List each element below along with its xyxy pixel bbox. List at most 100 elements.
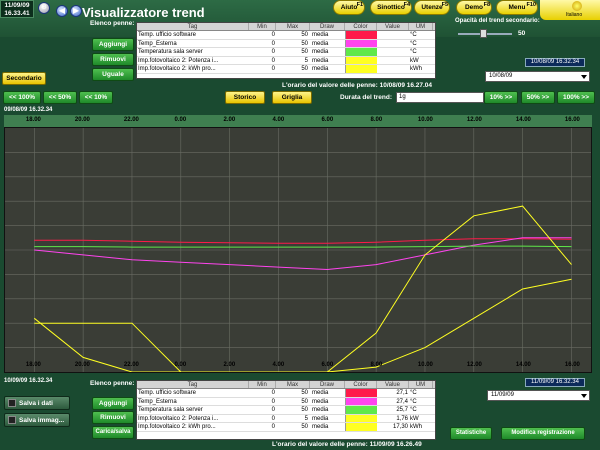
bottom-date-select[interactable]: 11/09/09	[487, 390, 590, 401]
chevron-down-icon	[581, 394, 587, 398]
top-date-value: 10/08/09	[489, 73, 513, 79]
cell-draw: media	[312, 57, 329, 64]
bottom-add-pen-button[interactable]: Aggiungi	[92, 397, 134, 410]
utenze-button[interactable]: Utenze F5	[414, 0, 450, 15]
cell-value	[377, 40, 409, 48]
help-button[interactable]: Aiuto F1	[333, 0, 365, 15]
statistics-button[interactable]: Statistiche	[450, 427, 492, 440]
opacity-value: 50	[518, 30, 526, 37]
table-row[interactable]: Imp.fotovoltaico 2: Potenza i... 0 5 media 1…	[137, 414, 435, 423]
sinottico-button[interactable]: Sinottico F4	[370, 0, 412, 15]
duration-label: Durata del trend:	[340, 94, 393, 101]
x-tick-label: 14.00	[515, 117, 531, 123]
load-save-button[interactable]: Carica/salva	[92, 426, 134, 439]
x-tick-label: 4.00	[272, 117, 285, 123]
cell-tag: Temperatura sala server	[138, 49, 203, 55]
top-date-select[interactable]: 10/08/09	[485, 71, 590, 82]
table-row[interactable]: Temp_Esterna 0 50 media 27,4 °C	[137, 397, 435, 406]
table-header: Tag Min Max Draw Color Value UM	[137, 23, 435, 31]
x-tick-label: 0.00	[174, 362, 187, 368]
utenze-key: F5	[441, 2, 448, 8]
cell-min: 0	[271, 407, 275, 413]
scroll-left-50-button[interactable]: << 50%	[43, 91, 77, 104]
trend-chart-svg	[5, 128, 591, 373]
cell-draw: media	[312, 415, 329, 422]
cell-max: 50	[301, 66, 308, 72]
cell-tag: Temp_Esterna	[138, 40, 177, 47]
cell-um: °C	[410, 40, 417, 47]
bottom-date-value: 11/09/09	[491, 392, 514, 398]
table-row[interactable]: Imp.fotovoltaico 2: Potenza i... 0 5 media k…	[137, 56, 435, 65]
cell-value: 27,4	[396, 398, 408, 405]
chevron-down-icon	[581, 75, 587, 79]
add-pen-button[interactable]: Aggiungi	[92, 38, 134, 51]
scroll-left-10-button[interactable]: << 10%	[79, 91, 113, 104]
scroll-left-100-button[interactable]: << 100%	[3, 91, 41, 104]
bottom-table-body: Temp. ufficio software 0 50 media 27,1 °C Temp…	[137, 389, 435, 432]
bottom-pen-table: Tag Min Max Draw Color Value UM Temp. uf…	[136, 380, 436, 440]
back-arrow-icon[interactable]: ◀	[56, 5, 68, 17]
remove-pen-button[interactable]: Rimuovi	[92, 53, 134, 66]
col-draw: Draw	[310, 381, 345, 388]
col-min: Min	[249, 23, 276, 30]
secondary-button[interactable]: Secondario	[2, 72, 46, 85]
opacity-slider-handle[interactable]	[480, 29, 487, 38]
x-tick-label: 6.00	[321, 117, 334, 123]
cell-max: 50	[301, 390, 308, 396]
storico-button[interactable]: Storico	[225, 91, 265, 104]
bottom-remove-pen-button[interactable]: Rimuovi	[92, 411, 134, 424]
cell-max: 5	[304, 415, 308, 422]
table-row[interactable]: Temp. ufficio software 0 50 media 27,1 °C	[137, 389, 435, 398]
scroll-right-10-button[interactable]: 10% >>	[484, 91, 518, 104]
demo-button[interactable]: Demo F8	[456, 0, 492, 15]
cell-min: 0	[271, 57, 275, 64]
griglia-button[interactable]: Griglia	[272, 91, 312, 104]
series-line	[33, 205, 572, 373]
scroll-right-100-button[interactable]: 100% >>	[557, 91, 595, 104]
forward-arrow-icon[interactable]: ▶	[70, 5, 82, 17]
cell-um: °C	[410, 390, 417, 396]
top-time-axis: 18.00 20.00 22.00 0.00 2.00 4.00 6.00 8.00 10.00…	[4, 115, 592, 127]
col-draw: Draw	[310, 23, 345, 30]
save-image-button[interactable]: Salva immag...	[4, 413, 70, 427]
settings-icon[interactable]: ⚙	[38, 2, 50, 14]
save-data-label: Salva i dati	[19, 400, 53, 407]
same-pen-button[interactable]: Uguale	[92, 68, 134, 81]
cell-tag: Temp. ufficio software	[138, 390, 196, 396]
x-tick-label: 4.00	[272, 362, 285, 368]
table-row[interactable]: Temp. ufficio software 0 50 media °C	[137, 31, 435, 40]
table-row[interactable]: Temperatura sala server 0 50 media 25,7 °C	[137, 406, 435, 415]
cell-value: 27,1	[396, 390, 408, 396]
cell-draw: media	[312, 49, 329, 55]
table-row[interactable]: Imp.fotovoltaico 2: kWh pro... 0 50 media kW…	[137, 65, 435, 74]
table-row[interactable]: Temp_Esterna 0 50 media °C	[137, 39, 435, 48]
col-value: Value	[377, 381, 409, 388]
cell-tag: Temp. ufficio software	[138, 32, 196, 38]
cell-max: 50	[301, 424, 308, 430]
menu-button[interactable]: Menu F10	[496, 0, 538, 15]
cell-min: 0	[271, 390, 275, 396]
x-tick-label: 12.00	[466, 362, 482, 368]
cell-color	[345, 414, 377, 422]
col-um: UM	[409, 381, 433, 388]
trend-chart[interactable]	[4, 127, 592, 373]
table-row[interactable]: Imp.fotovoltaico 2: kWh pro... 0 50 media 17…	[137, 423, 435, 432]
x-tick-label: 8.00	[370, 117, 383, 123]
x-tick-label: 20.00	[74, 117, 90, 123]
series-line	[34, 237, 572, 271]
cell-min: 0	[271, 32, 275, 38]
scroll-right-50-button[interactable]: 50% >>	[521, 91, 555, 104]
edit-recording-button[interactable]: Modifica registrazione	[501, 427, 585, 440]
x-tick-label: 18.00	[25, 362, 41, 368]
save-data-button[interactable]: Salva i dati	[4, 396, 70, 410]
menu-label: Menu	[508, 4, 526, 11]
language-label[interactable]: Italiano	[566, 12, 582, 18]
cell-draw: media	[312, 407, 329, 413]
table-row[interactable]: Temperatura sala server 0 50 media °C	[137, 48, 435, 57]
cell-min: 0	[271, 66, 275, 72]
cell-color	[345, 48, 377, 56]
duration-input[interactable]: 1g	[396, 92, 484, 103]
cell-color	[345, 31, 377, 39]
top-pen-table: Tag Min Max Draw Color Value UM Temp. uf…	[136, 22, 436, 79]
cell-draw: media	[312, 32, 329, 38]
